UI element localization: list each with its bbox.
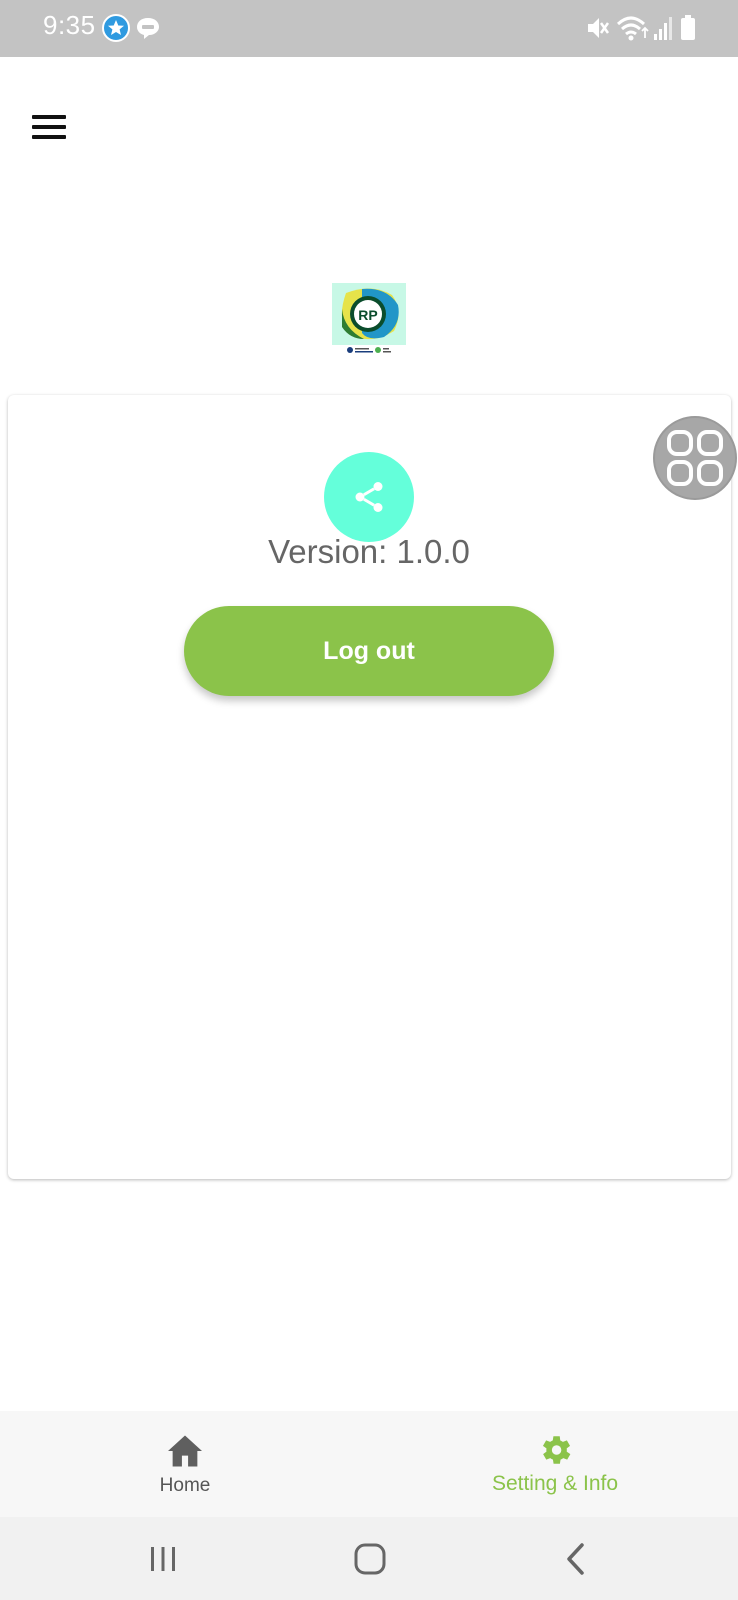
- mute-icon: [588, 18, 610, 38]
- home-system-button[interactable]: [350, 1539, 390, 1579]
- share-button[interactable]: [324, 452, 414, 542]
- battery-icon: [681, 15, 695, 40]
- menu-button[interactable]: [32, 115, 68, 141]
- bottom-nav: Home Setting & Info: [0, 1411, 738, 1517]
- back-button[interactable]: [557, 1539, 597, 1579]
- grid-icon: [667, 430, 723, 486]
- app-logo: RP: [332, 283, 406, 357]
- share-icon: [355, 482, 383, 512]
- line-app-icon: [137, 18, 159, 39]
- status-bar: 9:35: [0, 0, 738, 57]
- recent-apps-button[interactable]: [143, 1539, 183, 1579]
- nav-label-home: Home: [159, 1475, 211, 1496]
- nav-label-settings: Setting & Info: [491, 1472, 619, 1495]
- star-app-icon: [102, 14, 130, 42]
- nav-item-settings[interactable]: Setting & Info: [470, 1411, 640, 1517]
- floating-menu-button[interactable]: [653, 416, 737, 500]
- version-label: Version: 1.0.0: [268, 533, 470, 570]
- logout-button[interactable]: Log out: [184, 606, 554, 696]
- system-nav-bar: [0, 1517, 738, 1600]
- status-time: 9:35: [43, 10, 96, 40]
- nav-item-home[interactable]: Home: [120, 1411, 250, 1517]
- logo-text: RP: [358, 307, 377, 323]
- gear-icon: [542, 1436, 571, 1464]
- signal-icon: [654, 17, 672, 40]
- home-icon: [168, 1435, 202, 1467]
- wifi-icon: [616, 16, 649, 41]
